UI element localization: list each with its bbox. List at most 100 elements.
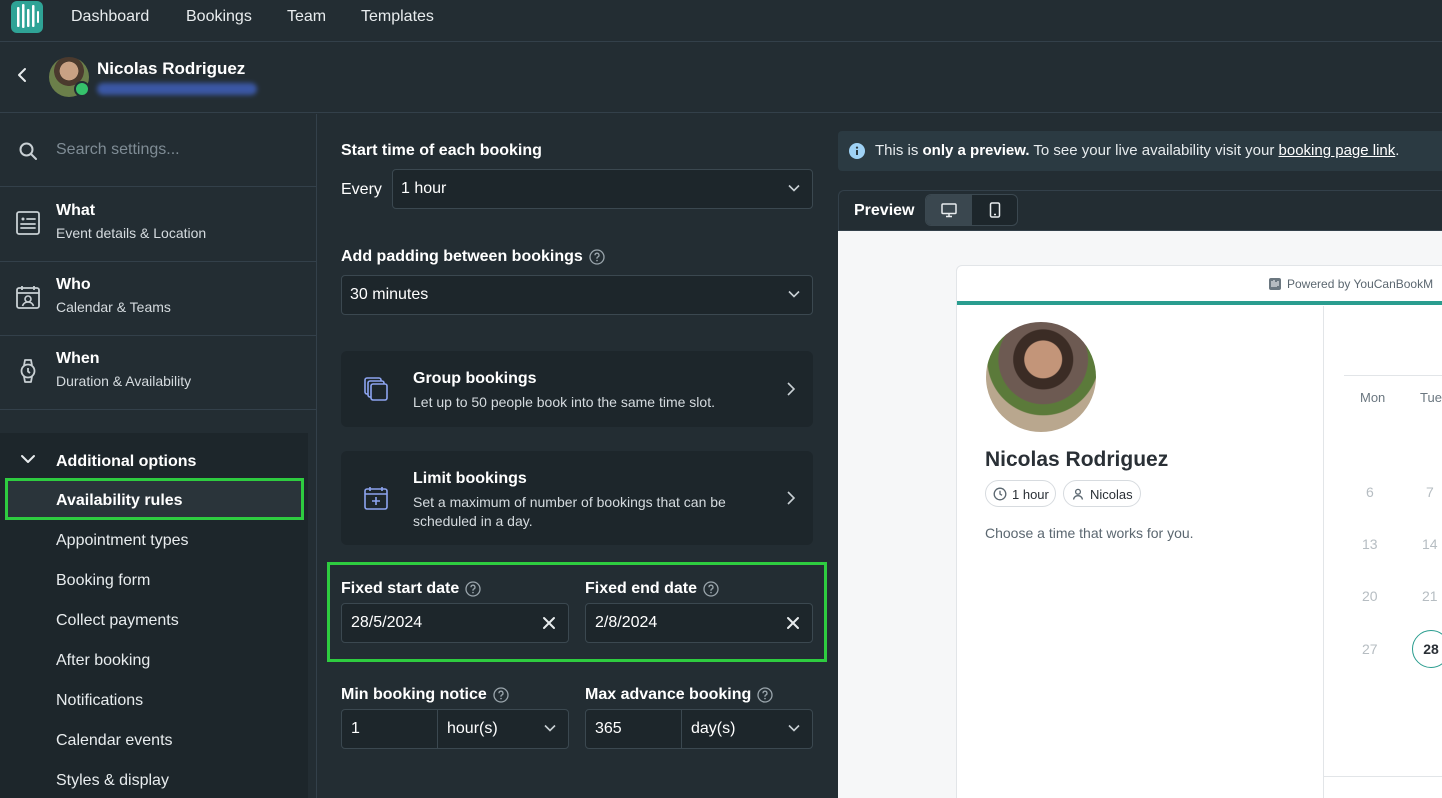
sidebar-item-who[interactable]: Who Calendar & Teams [0,262,316,336]
sidebar-item-collect-payments[interactable]: Collect payments [56,612,179,630]
calendar-day: 13 [1362,536,1378,552]
min-notice-unit-select[interactable]: hour(s) [447,720,498,738]
clear-icon[interactable] [786,616,800,630]
sidebar-item-title: When [56,350,100,367]
preview-header: Preview [838,190,1442,231]
help-icon[interactable] [589,249,605,265]
sidebar-item-booking-form[interactable]: Booking form [56,572,150,590]
duration-text: 1 hour [1012,487,1049,502]
clock-icon [993,487,1007,501]
help-icon[interactable] [493,687,509,703]
group-bookings-icon [363,376,389,402]
help-icon[interactable] [703,581,719,597]
padding-label-row: Add padding between bookings [341,248,605,266]
sidebar-item-appointment-types[interactable]: Appointment types [56,532,189,550]
mobile-view-button[interactable] [972,195,1018,225]
fixed-end-label: Fixed end date [585,580,698,597]
min-notice-control: 1 hour(s) [341,709,569,749]
powered-by-label: Powered by YouCanBookM [1269,277,1433,291]
padding-select[interactable]: 30 minutes [341,275,813,315]
max-advance-number-input[interactable]: 365 [586,710,682,748]
additional-options-toggle[interactable]: Additional options [0,433,308,479]
availability-rules-panel: Start time of each booking Every 1 hour … [318,114,837,798]
group-bookings-card[interactable]: Group bookings Let up to 50 people book … [341,351,813,427]
app-logo-icon[interactable] [11,1,43,33]
sidebar-item-notifications[interactable]: Notifications [56,692,143,710]
top-nav: Dashboard Bookings Team Templates [0,0,1442,42]
user-name: Nicolas Rodriguez [97,59,246,78]
padding-label: Add padding between bookings [341,248,583,265]
ycbm-logo-icon [1269,278,1281,290]
fixed-start-label-row: Fixed start date [341,580,481,598]
search-box [0,114,316,187]
fixed-end-date-input[interactable]: 2/8/2024 [585,603,813,643]
sidebar-item-calendar-events[interactable]: Calendar events [56,732,173,750]
banner-text-pre: This is [875,142,923,159]
every-label: Every [341,181,382,198]
nav-templates[interactable]: Templates [361,8,434,26]
person-icon [1072,488,1084,500]
chevron-down-icon [788,290,800,298]
powered-by-text: Powered by YouCanBookM [1287,277,1434,291]
nav-team[interactable]: Team [287,8,326,26]
back-arrow-icon[interactable] [14,67,30,83]
calendar-day: 7 [1426,484,1434,500]
chevron-down-icon [20,453,36,465]
desktop-view-button[interactable] [926,195,972,225]
nav-dashboard[interactable]: Dashboard [71,8,149,26]
calendar-day-today[interactable]: 28 [1412,630,1442,668]
desktop-icon [941,203,957,218]
min-notice-value: 1 [351,720,360,737]
booking-page-preview: Powered by YouCanBookM Nicolas Rodriguez… [838,231,1442,798]
calendar-day: 21 [1422,588,1438,604]
weekday-tue: Tue [1420,390,1442,405]
document-icon [15,210,41,236]
sidebar-item-availability-rules[interactable]: Availability rules [56,492,183,510]
booking-page-link[interactable]: booking page link [1279,142,1396,159]
sidebar-item-styles-display[interactable]: Styles & display [56,772,169,790]
clear-icon[interactable] [542,616,556,630]
search-input[interactable] [48,134,298,166]
sidebar-item-subtitle: Event details & Location [56,225,207,241]
fixed-start-value: 28/5/2024 [351,614,423,631]
preview-host-name: Nicolas Rodriguez [985,448,1169,471]
user-email-blurred [97,83,257,95]
sidebar-item-after-booking[interactable]: After booking [56,652,150,670]
limit-bookings-title: Limit bookings [413,470,527,487]
calendar-footer-divider [1324,776,1442,777]
sidebar-item-when[interactable]: When Duration & Availability [0,336,316,410]
calendar-plus-icon [363,485,389,511]
user-header: Nicolas Rodriguez [0,43,1442,113]
search-icon [18,141,38,161]
chevron-right-icon [787,382,795,396]
limit-bookings-card[interactable]: Limit bookings Set a maximum of number o… [341,451,813,545]
start-time-value: 1 hour [401,180,447,197]
fixed-end-value: 2/8/2024 [595,614,658,631]
max-advance-control: 365 day(s) [585,709,813,749]
max-advance-unit-select[interactable]: day(s) [691,720,735,738]
calendar-divider [1344,375,1442,376]
help-icon[interactable] [465,581,481,597]
fixed-start-date-input[interactable]: 28/5/2024 [341,603,569,643]
max-advance-label: Max advance booking [585,686,752,703]
preview-title: Preview [854,202,915,219]
padding-value: 30 minutes [350,286,429,303]
preview-info-banner: This is only a preview. To see your live… [838,131,1442,171]
group-bookings-subtitle: Let up to 50 people book into the same t… [413,394,715,410]
nav-bookings[interactable]: Bookings [186,8,252,26]
online-status-indicator [74,81,90,97]
choose-time-text: Choose a time that works for you. [985,525,1194,541]
profile-photo [986,322,1096,432]
min-notice-label: Min booking notice [341,686,487,703]
additional-options-section: Additional options Availability rules Ap… [0,433,308,798]
host-chip: Nicolas [1063,480,1141,507]
banner-text-post: . [1395,142,1400,159]
start-time-select[interactable]: 1 hour [392,169,813,209]
fixed-start-label: Fixed start date [341,580,460,597]
additional-options-title: Additional options [56,453,197,470]
help-icon[interactable] [757,687,773,703]
calendar-day: 20 [1362,588,1378,604]
sidebar-item-what[interactable]: What Event details & Location [0,188,316,262]
min-notice-number-input[interactable]: 1 [342,710,438,748]
min-notice-label-row: Min booking notice [341,686,509,704]
